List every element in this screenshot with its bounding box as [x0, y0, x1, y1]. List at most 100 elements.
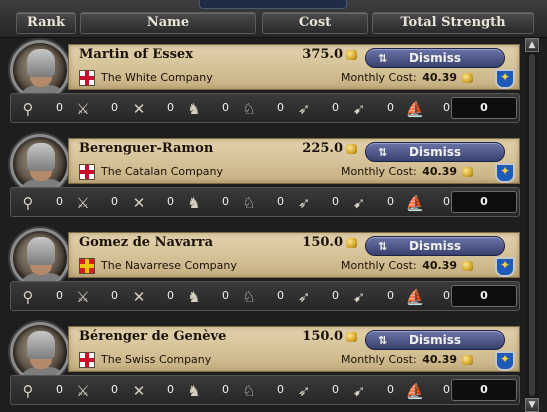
gold-icon	[346, 332, 357, 342]
company-flag-icon	[79, 352, 95, 368]
unit-count: ⚔ 0	[72, 380, 122, 402]
mercenary-entry: Gomez de Navarra 150.0 ⇅ Dismiss The Nav…	[10, 228, 520, 321]
rank-column-header[interactable]: Rank	[16, 12, 76, 34]
company-name[interactable]: The Navarrese Company	[101, 259, 237, 272]
dismiss-button[interactable]: ⇅ Dismiss	[365, 330, 505, 350]
unit-count-value: 0	[222, 101, 229, 114]
commander-portrait[interactable]	[10, 322, 70, 382]
cost-column-header[interactable]: Cost	[262, 12, 368, 34]
unit-count-value: 0	[443, 101, 450, 114]
unit-count: ⚲ 0	[17, 98, 67, 120]
unit-count-value: 0	[222, 383, 229, 396]
dismiss-button[interactable]: ⇅ Dismiss	[365, 48, 505, 68]
unit-count: ⚲ 0	[17, 286, 67, 308]
pikemen-icon: ✕	[132, 100, 146, 118]
ship-icon: ⛵	[405, 194, 425, 212]
gold-icon	[462, 167, 473, 177]
commander-portrait[interactable]	[10, 40, 70, 100]
scroll-down-arrow-icon[interactable]: ▼	[525, 398, 539, 412]
archers-icon: ➶	[297, 382, 311, 400]
dismiss-button[interactable]: ⇅ Dismiss	[365, 142, 505, 162]
heavy-cavalry-icon: ♘	[242, 382, 256, 400]
unit-count: ♘ 0	[238, 98, 288, 120]
shield-icon[interactable]	[495, 69, 515, 89]
unit-count-value: 0	[111, 383, 118, 396]
company-flag-icon	[79, 70, 95, 86]
light-cavalry-icon: ♞	[187, 288, 201, 306]
infantry-icon: ⚔	[76, 288, 90, 306]
unit-count-value: 0	[332, 383, 339, 396]
unit-count-value: 0	[332, 289, 339, 302]
unit-count: ✕ 0	[128, 192, 178, 214]
company-name[interactable]: The Swiss Company	[101, 353, 211, 366]
unit-count: ➶ 0	[293, 286, 343, 308]
monthly-cost-label: Monthly Cost:	[341, 259, 417, 272]
unit-composition-row: ⚲ 0 ⚔ 0 ✕ 0 ♞ 0 ♘ 0 ➶ 0 ➹ 0 ⛵ 0 0	[10, 93, 520, 123]
total-strength: 0	[451, 191, 517, 213]
archers-icon: ➶	[297, 194, 311, 212]
unit-count-value: 0	[167, 289, 174, 302]
unit-count: ♞ 0	[183, 98, 233, 120]
scroll-track[interactable]	[529, 54, 535, 396]
unit-count: ⛵ 0	[404, 192, 454, 214]
ship-icon: ⛵	[405, 382, 425, 400]
horse-archers-icon: ➹	[352, 382, 366, 400]
mercenary-info-panel: Bérenger de Genève 150.0 ⇅ Dismiss The S…	[68, 326, 520, 372]
company-flag-icon	[79, 258, 95, 274]
commander-portrait[interactable]	[10, 228, 70, 288]
scroll-up-arrow-icon[interactable]: ▲	[525, 38, 539, 52]
pikemen-icon: ✕	[132, 288, 146, 306]
horse-archers-icon: ➹	[352, 194, 366, 212]
hire-cost: 225.0	[302, 141, 343, 156]
infantry-icon: ⚔	[76, 382, 90, 400]
light-cavalry-icon: ♞	[187, 382, 201, 400]
monthly-cost-label: Monthly Cost:	[341, 353, 417, 366]
shield-icon[interactable]	[495, 351, 515, 371]
unit-count-value: 0	[387, 289, 394, 302]
unit-count: ⛵ 0	[404, 380, 454, 402]
company-name[interactable]: The White Company	[101, 71, 213, 84]
total-strength: 0	[451, 379, 517, 401]
hire-cost: 150.0	[302, 329, 343, 344]
unit-count: ⚔ 0	[72, 286, 122, 308]
militia-icon: ⚲	[22, 100, 34, 118]
unit-count: ➶ 0	[293, 98, 343, 120]
company-name[interactable]: The Catalan Company	[101, 165, 223, 178]
dismiss-label: Dismiss	[408, 239, 462, 253]
monthly-cost-value: 40.39	[422, 259, 457, 272]
commander-name[interactable]: Bérenger de Genève	[79, 329, 226, 344]
scrollbar[interactable]: ▲ ▼	[525, 38, 539, 412]
unit-count-value: 0	[56, 101, 63, 114]
dismiss-label: Dismiss	[408, 51, 462, 65]
militia-icon: ⚲	[22, 382, 34, 400]
unit-count-value: 0	[167, 383, 174, 396]
unit-count: ⚔ 0	[72, 192, 122, 214]
commander-name[interactable]: Berenguer-Ramon	[79, 141, 213, 156]
horse-archers-icon: ➹	[352, 100, 366, 118]
name-column-header[interactable]: Name	[80, 12, 256, 34]
shield-icon[interactable]	[495, 257, 515, 277]
unit-count: ♞ 0	[183, 380, 233, 402]
unit-count: ✕ 0	[128, 286, 178, 308]
unit-composition-row: ⚲ 0 ⚔ 0 ✕ 0 ♞ 0 ♘ 0 ➶ 0 ➹ 0 ⛵ 0 0	[10, 187, 520, 217]
total-strength-column-header[interactable]: Total Strength	[372, 12, 534, 34]
unit-count: ⚲ 0	[17, 192, 67, 214]
mercenary-info-panel: Martin of Essex 375.0 ⇅ Dismiss The Whit…	[68, 44, 520, 90]
unit-count: ➹ 0	[348, 380, 398, 402]
unit-count-value: 0	[277, 101, 284, 114]
monthly-cost-label: Monthly Cost:	[341, 165, 417, 178]
militia-icon: ⚲	[22, 288, 34, 306]
unit-count-value: 0	[56, 195, 63, 208]
unit-count: ✕ 0	[128, 98, 178, 120]
shield-icon[interactable]	[495, 163, 515, 183]
dismiss-button[interactable]: ⇅ Dismiss	[365, 236, 505, 256]
commander-name[interactable]: Martin of Essex	[79, 47, 193, 62]
unit-count: ♘ 0	[238, 286, 288, 308]
unit-count-value: 0	[111, 289, 118, 302]
commander-name[interactable]: Gomez de Navarra	[79, 235, 213, 250]
unit-count: ♞ 0	[183, 192, 233, 214]
unit-count-value: 0	[222, 195, 229, 208]
commander-portrait[interactable]	[10, 134, 70, 194]
pikemen-icon: ✕	[132, 194, 146, 212]
monthly-cost-value: 40.39	[422, 165, 457, 178]
